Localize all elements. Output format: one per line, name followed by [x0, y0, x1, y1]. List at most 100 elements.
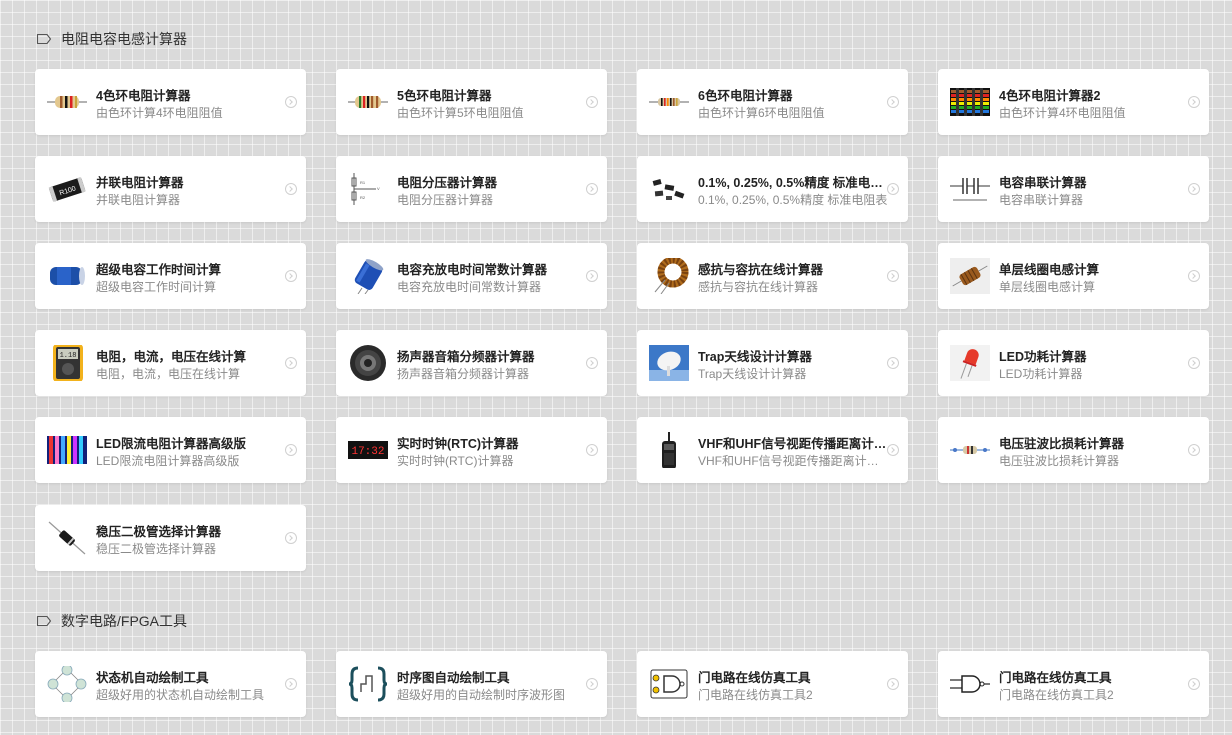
resistor-5band-icon: [348, 84, 388, 120]
card-desc: LED功耗计算器: [999, 367, 1083, 381]
chevron-right-icon: [285, 532, 297, 544]
card-desc: 并联电阻计算器: [96, 193, 181, 207]
card-5band-resistor[interactable]: 5色环电阻计算器 由色环计算5环电阻阻值: [336, 69, 607, 135]
card-title: 并联电阻计算器: [96, 176, 184, 190]
card-led-power[interactable]: LED功耗计算器 LED功耗计算器: [938, 330, 1209, 396]
chevron-right-icon: [285, 96, 297, 108]
card-title: 时序图自动绘制工具: [397, 671, 510, 685]
card-title: LED限流电阻计算器高级版: [96, 437, 247, 451]
card-title: 电阻，电流，电压在线计算: [96, 350, 247, 364]
card-led-resistor-advanced[interactable]: LED限流电阻计算器高级版 LED限流电阻计算器高级版: [35, 417, 306, 483]
section-header-digital: 数字电路/FPGA工具: [36, 611, 187, 631]
card-desc: 电容充放电时间常数计算器: [397, 280, 542, 294]
chevron-right-icon: [887, 357, 899, 369]
card-desc: 由色环计算5环电阻阻值: [397, 106, 524, 120]
card-state-machine[interactable]: 状态机自动绘制工具 超级好用的状态机自动绘制工具: [35, 651, 306, 717]
chevron-right-icon: [285, 444, 297, 456]
tag-icon: [36, 33, 52, 45]
zener-diode-icon: [47, 520, 87, 556]
smd-components-icon: [649, 171, 689, 207]
chevron-right-icon: [887, 96, 899, 108]
card-desc: VHF和UHF信号视距传播距离计算器: [698, 454, 888, 468]
card-6band-resistor[interactable]: 6色环电阻计算器 由色环计算6环电阻阻值: [637, 69, 908, 135]
timing-diagram-icon: [348, 666, 388, 702]
card-desc: 单层线圈电感计算: [999, 280, 1096, 294]
chevron-right-icon: [285, 357, 297, 369]
series-capacitor-icon: [950, 171, 990, 207]
card-desc: LED限流电阻计算器高级版: [96, 454, 240, 468]
card-title: 电容串联计算器: [999, 176, 1087, 190]
chevron-right-icon: [586, 183, 598, 195]
card-supercapacitor[interactable]: 超级电容工作时间计算 超级电容工作时间计算: [35, 243, 306, 309]
card-title: 电容充放电时间常数计算器: [397, 263, 548, 277]
chevron-right-icon: [1188, 444, 1200, 456]
section-title: 电阻电容电感计算器: [61, 31, 187, 47]
card-4band-resistor-2[interactable]: 4色环电阻计算器2 由色环计算4环电阻阻值: [938, 69, 1209, 135]
card-parallel-resistor[interactable]: R100 并联电阻计算器 并联电阻计算器: [35, 156, 306, 222]
speaker-icon: [348, 345, 388, 381]
card-desc: 超级电容工作时间计算: [96, 280, 217, 294]
chevron-right-icon: [285, 678, 297, 690]
card-title: 扬声器音箱分频器计算器: [397, 350, 535, 364]
card-title: 电压驻波比损耗计算器: [999, 437, 1125, 451]
card-single-layer-coil[interactable]: 单层线圈电感计算 单层线圈电感计算: [938, 243, 1209, 309]
chevron-right-icon: [1188, 678, 1200, 690]
card-series-capacitor[interactable]: 电容串联计算器 电容串联计算器: [938, 156, 1209, 222]
satellite-dish-icon: [649, 345, 689, 381]
card-ohms-law[interactable]: 1.18 电阻，电流，电压在线计算 电阻，电流，电压在线计算: [35, 330, 306, 396]
card-vswr-loss[interactable]: 电压驻波比损耗计算器 电压驻波比损耗计算器: [938, 417, 1209, 483]
card-voltage-divider[interactable]: R1 R2 V 电阻分压器计算器 电阻分压器计算器: [336, 156, 607, 222]
chevron-right-icon: [1188, 270, 1200, 282]
card-title: VHF和UHF信号视距传播距离计算器: [698, 437, 888, 451]
section-title: 数字电路/FPGA工具: [61, 613, 188, 629]
card-desc: 由色环计算6环电阻阻值: [698, 106, 825, 120]
chevron-right-icon: [1188, 96, 1200, 108]
chevron-right-icon: [285, 183, 297, 195]
card-title: 5色环电阻计算器: [397, 89, 492, 103]
card-desc: 0.1%, 0.25%, 0.5%精度 标准电阻表: [698, 193, 888, 207]
voltage-divider-icon: R1 R2 V: [348, 171, 388, 207]
card-speaker-crossover[interactable]: 扬声器音箱分频器计算器 扬声器音箱分频器计算器: [336, 330, 607, 396]
card-desc: 门电路在线仿真工具2: [698, 688, 813, 702]
card-capacitor-time-constant[interactable]: 电容充放电时间常数计算器 电容充放电时间常数计算器: [336, 243, 607, 309]
chevron-right-icon: [586, 96, 598, 108]
card-title: LED功耗计算器: [999, 350, 1087, 364]
led-icon: [950, 345, 990, 381]
card-title: 状态机自动绘制工具: [96, 671, 209, 685]
card-desc: 超级好用的自动绘制时序波形图: [397, 688, 566, 702]
digital-clock-icon: 17:32: [348, 432, 388, 468]
state-machine-icon: [47, 666, 87, 702]
card-trap-antenna[interactable]: Trap天线设计计算器 Trap天线设计计算器: [637, 330, 908, 396]
card-desc: 感抗与容抗在线计算器: [698, 280, 819, 294]
card-title: 门电路在线仿真工具: [999, 671, 1112, 685]
multimeter-icon: 1.18: [47, 345, 87, 381]
card-desc: 电容串联计算器: [999, 193, 1084, 207]
card-precision-resistor-table[interactable]: 0.1%, 0.25%, 0.5%精度 标准电阻表 0.1%, 0.25%, 0…: [637, 156, 908, 222]
card-timing-diagram[interactable]: 时序图自动绘制工具 超级好用的自动绘制时序波形图: [336, 651, 607, 717]
chevron-right-icon: [887, 444, 899, 456]
card-desc: Trap天线设计计算器: [698, 367, 807, 381]
card-title: 稳压二极管选择计算器: [96, 525, 222, 539]
card-reactance-calculator[interactable]: 感抗与容抗在线计算器 感抗与容抗在线计算器: [637, 243, 908, 309]
card-title: 门电路在线仿真工具: [698, 671, 811, 685]
svg-text:V: V: [377, 186, 380, 191]
chevron-right-icon: [887, 183, 899, 195]
section-header-resistor: 电阻电容电感计算器: [36, 29, 187, 49]
vswr-icon: [950, 432, 990, 468]
supercapacitor-icon: [47, 258, 87, 294]
color-code-chart-icon: [950, 84, 990, 120]
card-gate-simulator[interactable]: 门电路在线仿真工具 门电路在线仿真工具2: [637, 651, 908, 717]
card-vhf-uhf-range[interactable]: VHF和UHF信号视距传播距离计算器 VHF和UHF信号视距传播距离计算器: [637, 417, 908, 483]
card-gate-simulator-2[interactable]: 门电路在线仿真工具 门电路在线仿真工具2: [938, 651, 1209, 717]
toroid-inductor-icon: [649, 258, 689, 294]
card-rtc-calculator[interactable]: 17:32 实时时钟(RTC)计算器 实时时钟(RTC)计算器: [336, 417, 607, 483]
card-4band-resistor[interactable]: 4色环电阻计算器 由色环计算4环电阻阻值: [35, 69, 306, 135]
card-desc: 由色环计算4环电阻阻值: [96, 106, 223, 120]
card-title: 4色环电阻计算器: [96, 89, 191, 103]
card-title: 单层线圈电感计算: [999, 263, 1100, 277]
resistor-6band-icon: [649, 84, 689, 120]
chevron-right-icon: [887, 678, 899, 690]
svg-text:R2: R2: [360, 195, 366, 200]
card-zener-diode[interactable]: 稳压二极管选择计算器 稳压二极管选择计算器: [35, 505, 306, 571]
card-title: 4色环电阻计算器2: [999, 89, 1101, 103]
